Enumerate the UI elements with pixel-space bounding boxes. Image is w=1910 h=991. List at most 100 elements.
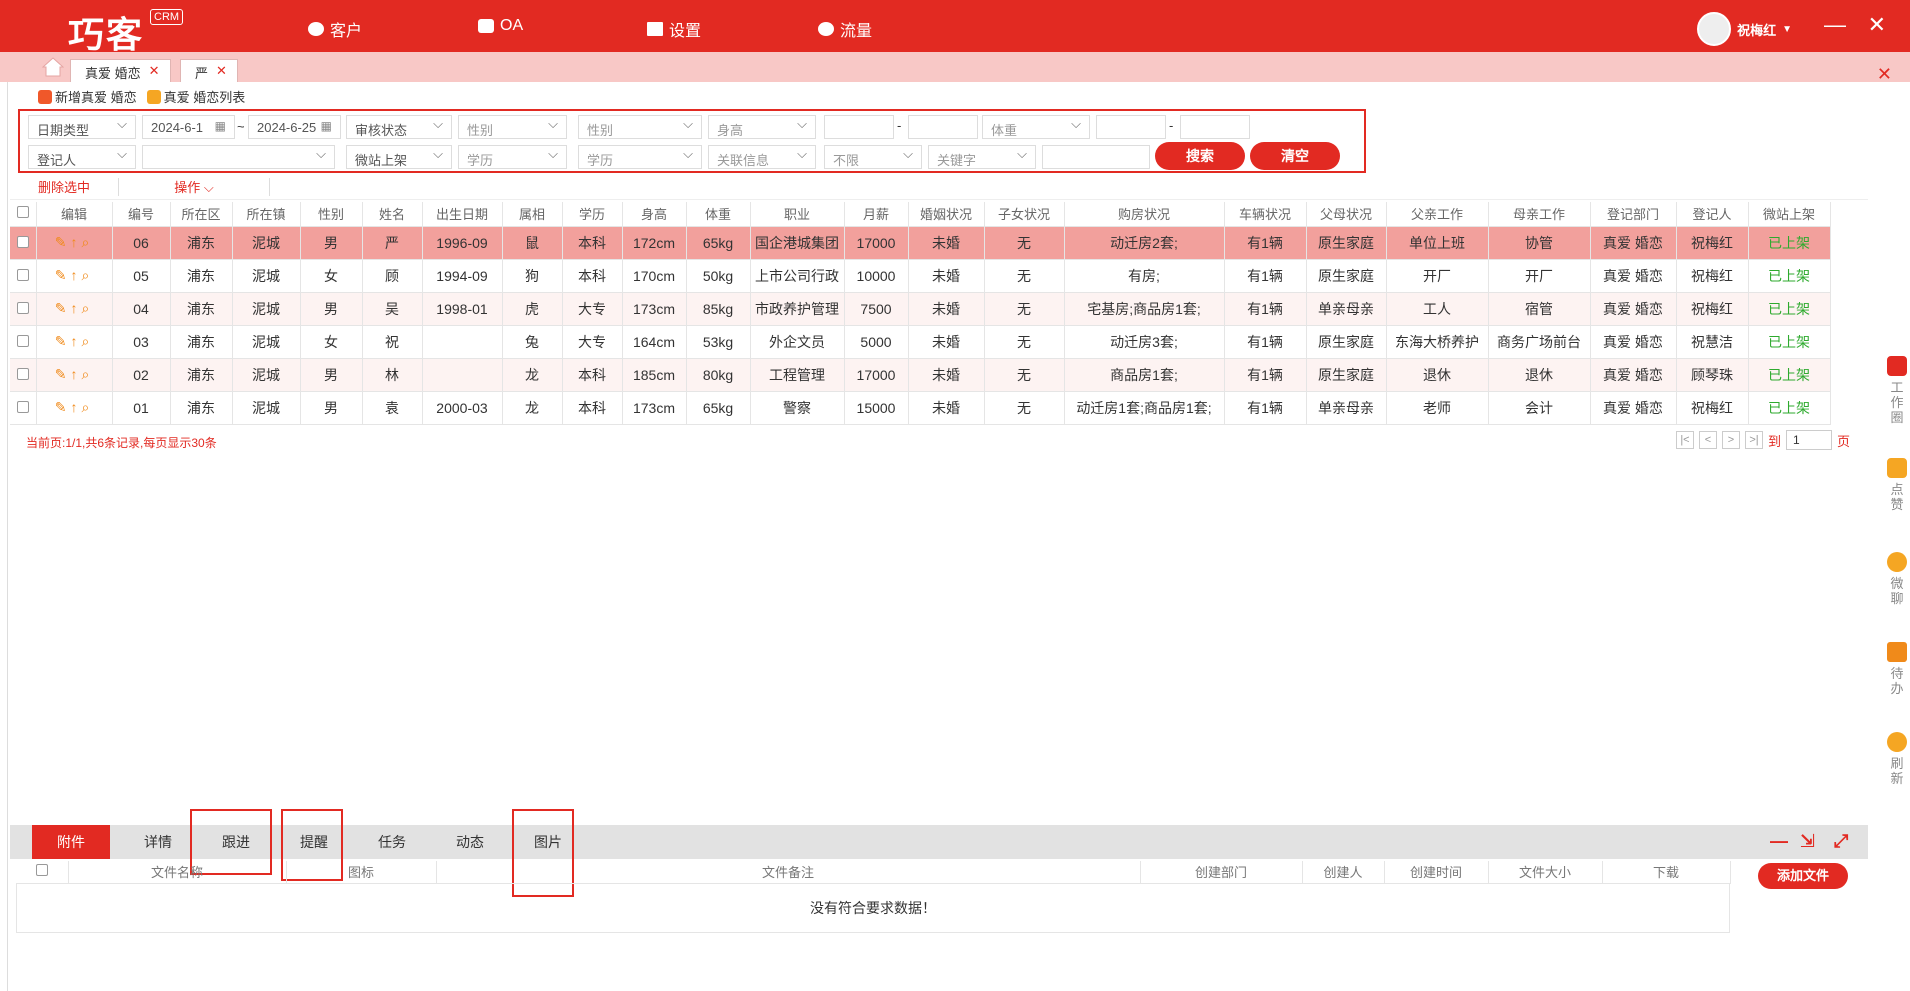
minimize-panel-icon[interactable]: — — [1770, 831, 1788, 852]
select-all-checkbox[interactable] — [10, 202, 37, 227]
search-icon[interactable]: ⌕ — [81, 234, 93, 250]
keyword-input[interactable] — [1042, 145, 1150, 169]
tab-yan[interactable]: 严 ✕ — [180, 59, 238, 82]
row-edit-actions[interactable]: ✎↑⌕ — [36, 292, 113, 326]
micro-site-select[interactable]: 微站上架 — [346, 145, 452, 169]
search-button[interactable]: 搜索 — [1155, 142, 1245, 170]
registrar-select[interactable]: 登记人 — [28, 145, 136, 169]
close-tab-icon[interactable]: ✕ — [216, 63, 227, 82]
col-header[interactable]: 出生日期 — [422, 202, 503, 227]
clear-button[interactable]: 清空 — [1250, 142, 1340, 170]
col-header[interactable]: 婚姻状况 — [908, 202, 985, 227]
keyword-select[interactable]: 关键字 — [928, 145, 1036, 169]
col-header[interactable]: 父母状况 — [1306, 202, 1387, 227]
search-icon[interactable]: ⌕ — [81, 366, 93, 382]
col-header[interactable]: 父亲工作 — [1386, 202, 1489, 227]
first-page-icon[interactable]: |< — [1675, 431, 1694, 449]
education-select-1[interactable]: 学历 — [458, 145, 567, 169]
pin-icon[interactable]: ↑ — [70, 300, 81, 316]
delete-selected-button[interactable]: 删除选中 — [10, 177, 118, 196]
col-header[interactable]: 登记部门 — [1590, 202, 1677, 227]
col-header[interactable]: 编号 — [112, 202, 171, 227]
col-header[interactable]: 微站上架 — [1748, 202, 1831, 227]
edit-icon[interactable]: ✎ — [55, 300, 71, 316]
col-header[interactable]: 车辆状况 — [1224, 202, 1307, 227]
table-row[interactable]: ✎↑⌕ 04 浦东 泥城男吴 1998-01 虎大专 173cm 85kg 市政养护管理 7500… — [10, 292, 1831, 326]
compress-icon[interactable]: ⇲ — [1800, 831, 1815, 852]
row-checkbox[interactable] — [10, 226, 37, 260]
height-min-input[interactable] — [824, 115, 894, 139]
next-page-icon[interactable]: > — [1721, 431, 1740, 449]
table-row[interactable]: ✎↑⌕ 06 浦东 泥城男严 1996-09 鼠本科 172cm 65kg 国企港城集团 1700… — [10, 226, 1831, 260]
table-row[interactable]: ✎↑⌕ 05 浦东 泥城女顾 1994-09 狗本科 170cm 50kg 上市公司行政 1000… — [10, 259, 1831, 293]
height-max-input[interactable] — [908, 115, 978, 139]
col-header[interactable]: 性别 — [300, 202, 363, 227]
user-menu[interactable]: 祝梅红 ▼ — [1697, 12, 1792, 46]
pin-icon[interactable]: ↑ — [70, 333, 81, 349]
col-header[interactable]: 编辑 — [36, 202, 113, 227]
nav-oa[interactable]: OA — [478, 17, 523, 35]
unlimited-select[interactable]: 不限 — [824, 145, 922, 169]
row-edit-actions[interactable]: ✎↑⌕ — [36, 226, 113, 260]
gender-select-2[interactable]: 性别 — [578, 115, 702, 139]
side-like[interactable]: 点赞 — [1886, 458, 1908, 512]
row-edit-actions[interactable]: ✎↑⌕ — [36, 358, 113, 392]
audit-status-select[interactable]: 审核状态 — [346, 115, 452, 139]
add-file-button[interactable]: 添加文件 — [1758, 863, 1848, 889]
add-record-link[interactable]: 新增真爱 婚恋 — [38, 87, 137, 106]
table-row[interactable]: ✎↑⌕ 02 浦东 泥城男林龙本科 185cm 80kg 工程管理 17000 未婚无商品房1套… — [10, 358, 1831, 392]
nav-traffic[interactable]: 流量 — [818, 17, 872, 41]
date-to-input[interactable]: 2024-6-25 — [248, 115, 341, 139]
nav-settings[interactable]: 设置 — [647, 17, 701, 41]
prev-page-icon[interactable]: < — [1698, 431, 1717, 449]
tab-details[interactable]: 详情 — [120, 825, 196, 859]
row-edit-actions[interactable]: ✎↑⌕ — [36, 391, 113, 425]
row-edit-actions[interactable]: ✎↑⌕ — [36, 325, 113, 359]
weight-max-input[interactable] — [1180, 115, 1250, 139]
row-checkbox[interactable] — [10, 325, 37, 359]
education-select-2[interactable]: 学历 — [578, 145, 702, 169]
side-chat[interactable]: 微聊 — [1886, 552, 1908, 606]
gender-select-1[interactable]: 性别 — [458, 115, 567, 139]
minimize-icon[interactable]: — — [1824, 14, 1846, 36]
tab-tasks[interactable]: 任务 — [354, 825, 430, 859]
row-checkbox[interactable] — [10, 358, 37, 392]
close-window-icon[interactable]: ✕ — [1868, 14, 1886, 36]
search-icon[interactable]: ⌕ — [81, 333, 93, 349]
row-checkbox[interactable] — [10, 259, 37, 293]
row-edit-actions[interactable]: ✎↑⌕ — [36, 259, 113, 293]
height-select[interactable]: 身高 — [708, 115, 816, 139]
col-header[interactable]: 购房状况 — [1064, 202, 1225, 227]
row-checkbox[interactable] — [10, 292, 37, 326]
col-header[interactable]: 所在区 — [170, 202, 233, 227]
search-icon[interactable]: ⌕ — [81, 399, 93, 415]
date-type-select[interactable]: 日期类型 — [28, 115, 136, 139]
tab-activity[interactable]: 动态 — [432, 825, 508, 859]
nav-customer[interactable]: 客户 — [308, 17, 362, 41]
date-from-input[interactable]: 2024-6-1 — [142, 115, 235, 139]
operate-menu[interactable]: 操作 ⌵ — [119, 177, 269, 196]
record-list-link[interactable]: 真爱 婚恋列表 — [146, 87, 245, 106]
col-header[interactable]: 学历 — [562, 202, 623, 227]
col-header[interactable]: 母亲工作 — [1488, 202, 1591, 227]
search-icon[interactable]: ⌕ — [81, 267, 93, 283]
side-refresh[interactable]: 刷新 — [1886, 732, 1908, 786]
col-header[interactable]: 身高 — [622, 202, 687, 227]
col-header[interactable]: 所在镇 — [232, 202, 301, 227]
side-work-circle[interactable]: 工作圈 — [1886, 356, 1908, 425]
close-tab-icon[interactable]: ✕ — [149, 63, 160, 82]
edit-icon[interactable]: ✎ — [55, 333, 71, 349]
pin-icon[interactable]: ↑ — [70, 267, 81, 283]
edit-icon[interactable]: ✎ — [55, 234, 71, 250]
col-header[interactable]: 登记人 — [1676, 202, 1749, 227]
page-input[interactable]: 1 — [1785, 430, 1832, 450]
side-todo[interactable]: 待办 — [1886, 642, 1908, 696]
files-select-all-checkbox[interactable] — [16, 861, 69, 884]
col-header[interactable]: 姓名 — [362, 202, 423, 227]
pin-icon[interactable]: ↑ — [70, 399, 81, 415]
table-row[interactable]: ✎↑⌕ 03 浦东 泥城女祝兔大专 164cm 53kg 外企文员 5000 未婚无动迁房3套;… — [10, 325, 1831, 359]
tab-attachments[interactable]: 附件 — [32, 825, 110, 859]
col-header[interactable]: 月薪 — [844, 202, 909, 227]
tab-marriage[interactable]: 真爱 婚恋 ✕ — [70, 59, 171, 82]
col-header[interactable]: 体重 — [686, 202, 751, 227]
